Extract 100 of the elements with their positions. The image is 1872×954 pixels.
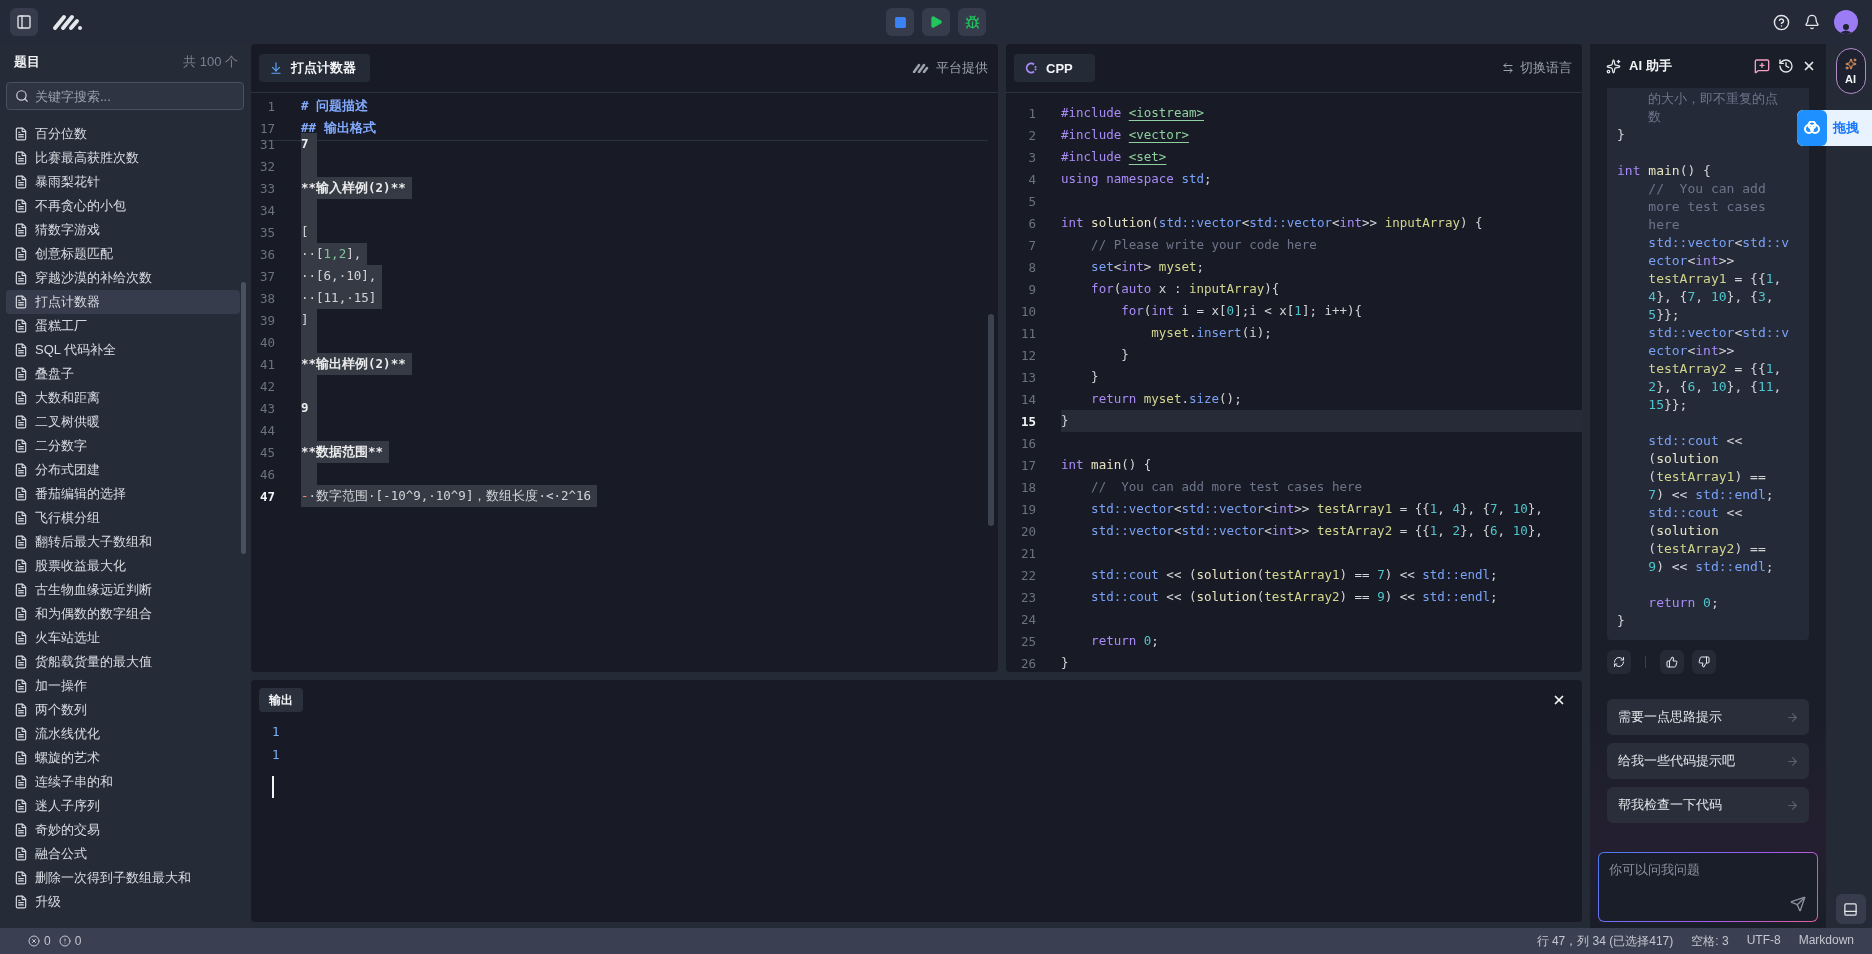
bug-icon [964, 14, 980, 30]
line-number: 17 [1019, 457, 1037, 473]
error-count[interactable]: 0 [44, 934, 51, 948]
problem-item[interactable]: 番茄编辑的选择 [6, 482, 240, 506]
switch-language-button[interactable]: 切换语言 [1502, 59, 1572, 77]
problem-item[interactable]: 螺旋的艺术 [6, 746, 240, 770]
problem-item[interactable]: 迷人子序列 [6, 794, 240, 818]
file-icon [14, 271, 28, 285]
output-tab[interactable]: 输出 [259, 688, 303, 712]
language-tab[interactable]: CPP [1014, 54, 1095, 82]
line-number: 17 [258, 120, 276, 136]
code-line: 的大小，即不重复的点 [1647, 90, 1780, 108]
warning-count[interactable]: 0 [74, 934, 82, 948]
debug-button[interactable] [958, 8, 986, 36]
search-field[interactable]: 关键字搜索... [6, 82, 244, 110]
chat-input[interactable]: 你可以问我问题 [1598, 852, 1818, 922]
code-line: testArray2 = {{1, [1647, 360, 1783, 378]
problem-item[interactable]: 两个数列 [6, 698, 240, 722]
swap-icon [1502, 62, 1514, 74]
problem-item[interactable]: 猜数字游戏 [6, 218, 240, 242]
problem-item[interactable]: 奇妙的交易 [6, 818, 240, 842]
help-icon[interactable] [1773, 13, 1790, 31]
file-icon [14, 703, 28, 717]
run-button[interactable] [922, 8, 950, 36]
bell-icon[interactable] [1804, 14, 1820, 30]
problem-tab[interactable]: 打点计数器 [259, 54, 370, 82]
code-line: return 0; [1090, 632, 1160, 650]
problem-item[interactable]: 打点计数器 [6, 290, 240, 314]
send-icon[interactable] [1790, 896, 1806, 912]
problem-item[interactable]: 创意标题匹配 [6, 242, 240, 266]
code-line: ector<int>> [1647, 252, 1736, 270]
sidebar-toggle-button[interactable] [10, 8, 38, 36]
cloud-icon [1797, 110, 1827, 146]
assistant-title: AI 助手 [1629, 57, 1672, 75]
history-icon[interactable] [1778, 58, 1794, 74]
file-icon [14, 631, 28, 645]
line-number: 24 [1019, 611, 1037, 627]
thumbs-down-button[interactable] [1692, 650, 1716, 674]
line-number: 40 [258, 334, 276, 350]
problem-item[interactable]: 股票收益最大化 [6, 554, 240, 578]
problem-item[interactable]: 古生物血缘远近判断 [6, 578, 240, 602]
problem-item[interactable]: 流水线优化 [6, 722, 240, 746]
file-icon [14, 727, 28, 741]
suggestion-button[interactable]: 给我一些代码提示吧 [1607, 743, 1809, 779]
suggestion-button[interactable]: 需要一点思路提示 [1607, 699, 1809, 735]
code-line: std::vector<std::v [1647, 234, 1791, 252]
avatar[interactable] [1834, 10, 1858, 34]
file-icon [14, 391, 28, 405]
problem-item[interactable]: 大数和距离 [6, 386, 240, 410]
problem-item[interactable]: 穿越沙漠的补给次数 [6, 266, 240, 290]
encoding[interactable]: UTF-8 [1746, 932, 1781, 950]
indent-setting[interactable]: 空格: 3 [1691, 932, 1729, 950]
stop-button[interactable] [886, 8, 914, 36]
language-mode[interactable]: Markdown [1798, 932, 1854, 950]
file-icon [14, 247, 28, 261]
code-line: set<int> myset; [1090, 258, 1206, 276]
problem-item[interactable]: 叠盘子 [6, 362, 240, 386]
new-chat-icon[interactable] [1754, 58, 1770, 74]
source-label: 平台提供 [912, 59, 988, 77]
problem-item[interactable]: 二分数字 [6, 434, 240, 458]
line-number: 16 [1019, 435, 1037, 451]
problem-item[interactable]: 不再贪心的小包 [6, 194, 240, 218]
problem-item[interactable]: SQL 代码补全 [6, 338, 240, 362]
line-number: 42 [258, 378, 276, 394]
problem-item[interactable]: 连续子串的和 [6, 770, 240, 794]
ai-button[interactable]: AI [1835, 48, 1866, 94]
problem-item[interactable]: 融合公式 [6, 842, 240, 866]
regenerate-button[interactable] [1607, 650, 1631, 674]
cursor-position[interactable]: 行 47，列 34 (已选择417) [1536, 932, 1674, 950]
suggestion-button[interactable]: 帮我检查一下代码 [1607, 787, 1809, 823]
line-number: 25 [1019, 633, 1037, 649]
problem-item[interactable]: 翻转后最大子数组和 [6, 530, 240, 554]
problem-item[interactable]: 和为偶数的数字组合 [6, 602, 240, 626]
code-line: return myset.size(); [1090, 390, 1243, 408]
drag-badge[interactable]: 拖拽 [1797, 110, 1872, 146]
problem-item[interactable]: 飞行棋分组 [6, 506, 240, 530]
file-icon [14, 463, 28, 477]
close-icon[interactable] [1802, 59, 1816, 73]
problem-item[interactable]: 加一操作 [6, 674, 240, 698]
line-number: 38 [258, 290, 276, 306]
problem-item[interactable]: 删除一次得到子数组最大和 [6, 866, 240, 890]
sidebar-title: 题目 [14, 53, 40, 71]
problem-item[interactable]: 比赛最高获胜次数 [6, 146, 240, 170]
problem-item[interactable]: 蛋糕工厂 [6, 314, 240, 338]
thumbs-up-button[interactable] [1660, 650, 1684, 674]
problem-item[interactable]: 分布式团建 [6, 458, 240, 482]
problem-item[interactable]: 货船载货量的最大值 [6, 650, 240, 674]
problem-item[interactable]: 百分位数 [6, 122, 240, 146]
file-icon [14, 799, 28, 813]
problem-item[interactable]: 暴雨梨花针 [6, 170, 240, 194]
panel-toggle-button[interactable] [1835, 894, 1866, 924]
problem-item[interactable]: 二叉树供暖 [6, 410, 240, 434]
code-line: 数 [1647, 108, 1663, 126]
problem-item[interactable]: 火车站选址 [6, 626, 240, 650]
search-icon [15, 89, 29, 103]
problem-item[interactable]: 升级 [6, 890, 240, 914]
close-icon[interactable] [1552, 693, 1566, 707]
play-icon [929, 15, 943, 29]
line-number: 35 [258, 224, 276, 240]
code-line: 9) << std::endl; [1647, 558, 1775, 576]
